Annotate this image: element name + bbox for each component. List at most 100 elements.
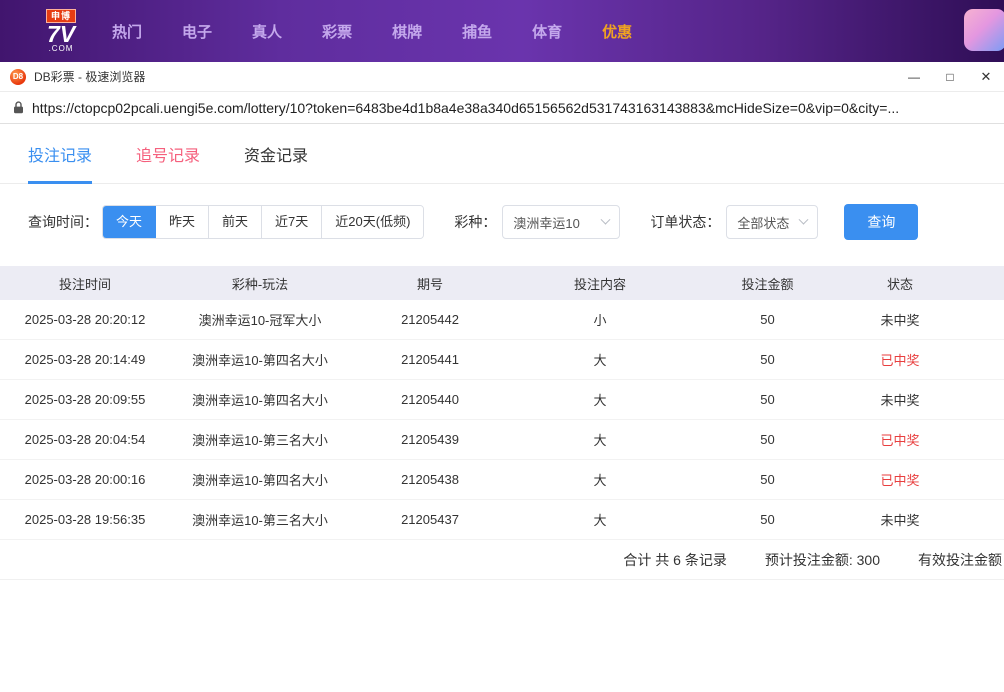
- table-row: 2025-03-28 20:09:55 澳洲幸运10-第四名大小 2120544…: [0, 380, 1004, 420]
- nav-item-live[interactable]: 真人: [252, 21, 282, 42]
- nav-item-electronic[interactable]: 电子: [182, 21, 212, 42]
- maximize-button[interactable]: □: [932, 62, 968, 92]
- avatar[interactable]: [964, 9, 1004, 51]
- order-status-label: 订单状态：: [650, 214, 721, 230]
- window-title: DB彩票 - 极速浏览器: [34, 70, 146, 84]
- header-bet-amount: 投注金额: [741, 276, 794, 292]
- address-bar: https://ctopcp02pcali.uengi5e.com/lotter…: [0, 92, 1004, 124]
- time-option-yesterday[interactable]: 昨天: [156, 206, 210, 238]
- cell-amount: 50: [760, 472, 775, 487]
- logo-suffix: .COM: [48, 44, 74, 53]
- cell-content: 大: [593, 513, 607, 528]
- nav-item-hot[interactable]: 热门: [112, 21, 142, 42]
- cell-game: 澳洲幸运10-第三名大小: [192, 513, 328, 528]
- logo-text: 7V: [46, 21, 76, 47]
- top-nav: 热门 电子 真人 彩票 棋牌 捕鱼 体育 优惠: [112, 21, 632, 42]
- maximize-icon: □: [946, 70, 954, 84]
- cell-amount: 50: [760, 312, 775, 327]
- cell-time: 2025-03-28 20:14:49: [24, 352, 146, 367]
- time-option-7days[interactable]: 近7天: [262, 206, 323, 238]
- cell-amount: 50: [760, 432, 775, 447]
- cell-content: 大: [593, 353, 607, 368]
- minimize-icon: —: [908, 70, 920, 84]
- url-input[interactable]: https://ctopcp02pcali.uengi5e.com/lotter…: [32, 100, 1004, 116]
- close-button[interactable]: ✕: [968, 62, 1004, 92]
- cell-game: 澳洲幸运10-第三名大小: [192, 433, 328, 448]
- header-game-play: 彩种-玩法: [231, 276, 289, 292]
- chevron-down-icon: [600, 214, 611, 225]
- lottery-filter-label: 彩种：: [454, 214, 497, 230]
- cell-game: 澳洲幸运10-第四名大小: [192, 393, 328, 408]
- window-controls: — □ ✕: [896, 62, 1004, 92]
- chevron-down-icon: [798, 214, 809, 225]
- cell-content: 大: [593, 473, 607, 488]
- table-row: 2025-03-28 20:00:16 澳洲幸运10-第四名大小 2120543…: [0, 460, 1004, 500]
- time-filter-label: 查询时间：: [28, 214, 98, 230]
- order-status-select[interactable]: 全部状态: [726, 205, 819, 239]
- filter-bar: 查询时间： 今天 昨天 前天 近7天 近20天(低频) 彩种： 澳洲幸运10 订…: [0, 202, 1004, 242]
- minimize-button[interactable]: —: [896, 62, 932, 92]
- lottery-select-value: 澳洲幸运10: [513, 215, 580, 231]
- nav-item-lottery[interactable]: 彩票: [322, 21, 352, 42]
- cell-game: 澳洲幸运10-第四名大小: [192, 473, 328, 488]
- cell-game: 澳洲幸运10-冠军大小: [198, 313, 322, 328]
- cell-content: 小: [593, 313, 607, 328]
- table-header-row: 投注时间 彩种-玩法 期号 投注内容 投注金额 状态: [0, 266, 1004, 300]
- time-option-day-before[interactable]: 前天: [209, 206, 263, 238]
- record-tabs: 投注记录 追号记录 资金记录: [0, 124, 1004, 184]
- cell-issue: 21205438: [401, 472, 459, 487]
- lock-icon: [13, 101, 24, 114]
- close-icon: ✕: [980, 69, 992, 84]
- cell-status: 未中奖: [880, 513, 920, 528]
- search-button[interactable]: 查询: [844, 204, 919, 240]
- cell-amount: 50: [760, 392, 775, 407]
- table-summary: 合计 共 6 条记录 预计投注金额: 300 有效投注金额: [0, 540, 1004, 580]
- time-option-today[interactable]: 今天: [103, 206, 157, 238]
- order-status-value: 全部状态: [737, 215, 790, 231]
- cell-amount: 50: [760, 352, 775, 367]
- cell-status: 未中奖: [880, 313, 920, 328]
- cell-time: 2025-03-28 20:20:12: [24, 312, 146, 327]
- promo-topbar: 申博 7V .COM 热门 电子 真人 彩票 棋牌 捕鱼 体育 优惠: [0, 0, 1004, 62]
- summary-valid-amount: 有效投注金额: [918, 551, 1002, 568]
- nav-item-sports[interactable]: 体育: [532, 21, 562, 42]
- tab-fund-records[interactable]: 资金记录: [244, 124, 308, 183]
- header-bet-time: 投注时间: [58, 276, 111, 292]
- site-logo[interactable]: 申博 7V .COM: [46, 9, 77, 53]
- table-row: 2025-03-28 20:20:12 澳洲幸运10-冠军大小 21205442…: [0, 300, 1004, 340]
- table-row: 2025-03-28 19:56:35 澳洲幸运10-第三名大小 2120543…: [0, 500, 1004, 540]
- cell-issue: 21205437: [401, 512, 459, 527]
- cell-content: 大: [593, 433, 607, 448]
- lottery-select[interactable]: 澳洲幸运10: [502, 205, 621, 239]
- bets-table: 投注时间 彩种-玩法 期号 投注内容 投注金额 状态 2025-03-28 20…: [0, 266, 1004, 580]
- time-option-20days[interactable]: 近20天(低频): [322, 206, 424, 238]
- tab-bet-records[interactable]: 投注记录: [28, 124, 93, 184]
- summary-total: 合计 共 6 条记录: [623, 551, 727, 568]
- cell-content: 大: [593, 393, 607, 408]
- time-filter-group: 今天 昨天 前天 近7天 近20天(低频): [102, 205, 425, 239]
- table-row: 2025-03-28 20:04:54 澳洲幸运10-第三名大小 2120543…: [0, 420, 1004, 460]
- nav-item-fishing[interactable]: 捕鱼: [462, 21, 492, 42]
- summary-expected-amount: 预计投注金额: 300: [764, 551, 880, 568]
- cell-issue: 21205442: [401, 312, 459, 327]
- cell-status: 已中奖: [880, 353, 920, 368]
- cell-issue: 21205440: [401, 392, 459, 407]
- cell-game: 澳洲幸运10-第四名大小: [192, 353, 328, 368]
- cell-time: 2025-03-28 20:00:16: [24, 472, 146, 487]
- cell-time: 2025-03-28 20:04:54: [24, 432, 146, 447]
- cell-time: 2025-03-28 19:56:35: [24, 512, 146, 527]
- header-status: 状态: [886, 276, 913, 292]
- cell-time: 2025-03-28 20:09:55: [24, 392, 146, 407]
- cell-issue: 21205441: [401, 352, 459, 367]
- header-issue: 期号: [416, 276, 443, 292]
- cell-status: 已中奖: [880, 473, 920, 488]
- cell-amount: 50: [760, 512, 775, 527]
- cell-status: 已中奖: [880, 433, 920, 448]
- cell-issue: 21205439: [401, 432, 459, 447]
- nav-item-promo[interactable]: 优惠: [602, 21, 632, 42]
- nav-item-board[interactable]: 棋牌: [392, 21, 422, 42]
- browser-titlebar: D8 DB彩票 - 极速浏览器 — □ ✕: [0, 62, 1004, 92]
- table-row: 2025-03-28 20:14:49 澳洲幸运10-第四名大小 2120544…: [0, 340, 1004, 380]
- cell-status: 未中奖: [880, 393, 920, 408]
- tab-chase-records[interactable]: 追号记录: [136, 124, 200, 183]
